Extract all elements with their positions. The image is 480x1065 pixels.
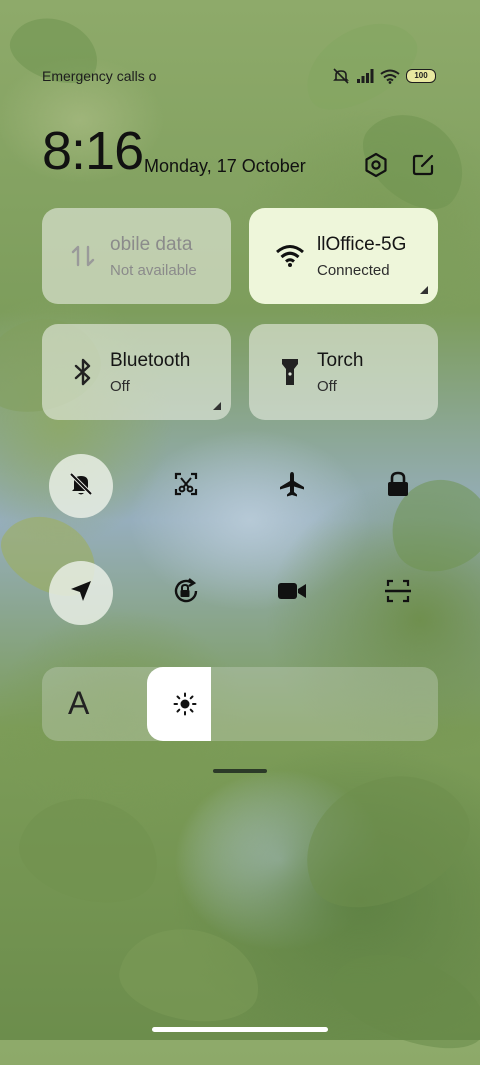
expand-arrow-icon[interactable]	[213, 402, 221, 410]
expand-arrow-icon[interactable]	[420, 286, 428, 294]
scanner-icon	[384, 577, 412, 610]
auto-rotate-icon	[171, 576, 201, 611]
tile-title: Torch	[317, 349, 364, 371]
silent-mode-icon	[68, 471, 94, 502]
silent-mode-toggle[interactable]	[49, 454, 113, 518]
screenshot-icon	[173, 471, 199, 502]
tile-wifi[interactable]: llOffice-5G Connected	[249, 208, 438, 304]
home-indicator[interactable]	[152, 1027, 328, 1032]
tile-bluetooth[interactable]: Bluetooth Off	[42, 324, 231, 420]
mobile-data-icon	[68, 241, 98, 271]
tile-torch[interactable]: Torch Off	[249, 324, 438, 420]
lock-icon	[386, 470, 410, 503]
settings-icon[interactable]	[361, 150, 391, 180]
date-label: Monday, 17 October	[144, 156, 306, 176]
tile-mobile-data[interactable]: obile data Not available	[42, 208, 231, 304]
airplane-icon	[278, 470, 306, 503]
tile-subtitle: Connected	[317, 261, 390, 279]
brightness-icon	[173, 692, 197, 721]
brightness-slider[interactable]: A	[42, 667, 438, 741]
video-call-icon	[277, 581, 307, 606]
status-bar: Emergency calls o 100	[42, 64, 436, 88]
clock: 8:16	[42, 121, 144, 181]
tile-subtitle: Off	[317, 377, 337, 395]
auto-brightness-label[interactable]: A	[68, 685, 89, 722]
screenshot-toggle[interactable]	[154, 454, 218, 518]
edit-icon[interactable]	[408, 150, 438, 180]
tile-title: Bluetooth	[110, 349, 191, 371]
torch-icon	[275, 357, 305, 387]
wifi-icon	[275, 241, 305, 271]
brightness-fill[interactable]	[147, 667, 211, 741]
airplane-toggle[interactable]	[260, 454, 324, 518]
auto-rotate-toggle[interactable]	[154, 561, 218, 625]
tile-title: obile data	[110, 233, 193, 255]
scanner-toggle[interactable]	[366, 561, 430, 625]
signal-icon	[356, 69, 374, 83]
status-icons: 100	[332, 68, 436, 84]
tile-subtitle: Not available	[110, 261, 197, 279]
wifi-icon	[380, 69, 400, 84]
location-icon	[69, 579, 93, 608]
mute-icon	[332, 68, 350, 84]
lock-toggle[interactable]	[366, 454, 430, 518]
tile-title: llOffice-5G	[317, 233, 407, 255]
tile-subtitle: Off	[110, 377, 130, 395]
battery-icon: 100	[406, 69, 436, 83]
status-carrier-text: Emergency calls o	[42, 68, 157, 84]
panel-drag-handle[interactable]	[213, 769, 267, 773]
bluetooth-icon	[68, 357, 98, 387]
location-toggle[interactable]	[49, 561, 113, 625]
video-toggle[interactable]	[260, 561, 324, 625]
